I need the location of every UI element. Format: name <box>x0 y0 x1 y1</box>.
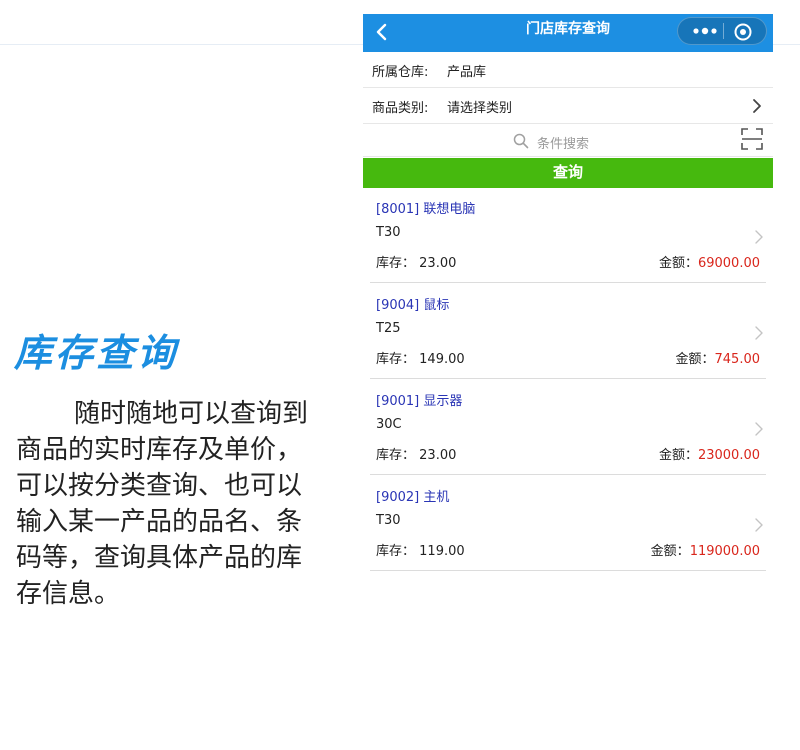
warehouse-value: 产品库 <box>447 65 487 80</box>
chevron-right-icon <box>755 230 763 244</box>
promo-title: 库存查询 <box>14 331 179 375</box>
product-amount: 金额：745.00 <box>675 348 760 367</box>
category-select-row[interactable]: 商品类别: 请选择类别 <box>363 88 773 124</box>
product-name: [8001] 联想电脑 <box>376 202 476 217</box>
product-amount: 金额：119000.00 <box>651 540 760 559</box>
product-stock: 库存： 149.00 <box>376 348 465 367</box>
product-name: [9004] 鼠标 <box>376 298 450 313</box>
stock-value: 119.00 <box>419 544 465 559</box>
amount-value: 119000.00 <box>689 544 760 559</box>
chevron-right-icon <box>755 518 763 532</box>
stock-label: 库存： <box>376 544 416 559</box>
stock-label: 库存： <box>376 448 416 463</box>
stock-value: 23.00 <box>419 448 457 463</box>
list-item[interactable]: [8001] 联想电脑 T30 库存： 23.00 金额：69000.00 <box>370 194 766 283</box>
list-item[interactable]: [9004] 鼠标 T25 库存： 149.00 金额：745.00 <box>370 290 766 379</box>
more-dots-icon[interactable] <box>690 22 720 40</box>
search-icon <box>513 133 529 149</box>
capsule-divider <box>723 23 724 39</box>
amount-value: 69000.00 <box>697 256 760 271</box>
stock-label: 库存： <box>376 352 416 367</box>
product-stock: 库存： 119.00 <box>376 540 465 559</box>
chevron-right-icon <box>755 422 763 436</box>
warehouse-label: 所属仓库: <box>372 65 429 80</box>
query-button[interactable]: 查询 <box>363 158 773 188</box>
product-list: [8001] 联想电脑 T30 库存： 23.00 金额：69000.00 [9004]… <box>363 194 773 571</box>
stock-value: 23.00 <box>419 256 457 271</box>
warehouse-row: 所属仓库: 产品库 <box>363 52 773 88</box>
amount-label: 金额： <box>675 352 715 367</box>
scan-icon[interactable] <box>741 128 763 150</box>
product-model: T30 <box>376 513 401 528</box>
amount-value: 745.00 <box>714 352 761 367</box>
stock-value: 149.00 <box>419 352 465 367</box>
chevron-right-icon <box>753 99 761 113</box>
category-value[interactable]: 请选择类别 <box>447 97 512 116</box>
category-label: 商品类别: <box>372 101 429 116</box>
product-model: 30C <box>376 417 402 432</box>
phone-screen: 门店库存查询 所属仓库: 产品库 商品类别: 请选择类别 条件搜索 查询 [80… <box>363 14 773 574</box>
nav-bar: 门店库存查询 <box>363 14 773 52</box>
promo-description: 随时随地可以查询到商品的实时库存及单价，可以按分类查询、也可以输入某一产品的品名… <box>16 399 309 609</box>
amount-label: 金额： <box>658 448 698 463</box>
list-item[interactable]: [9002] 主机 T30 库存： 119.00 金额：119000.00 <box>370 482 766 571</box>
amount-value: 23000.00 <box>697 448 760 463</box>
amount-label: 金额： <box>650 544 690 559</box>
product-stock: 库存： 23.00 <box>376 444 456 463</box>
search-row: 条件搜索 <box>363 124 773 157</box>
product-model: T30 <box>376 225 401 240</box>
product-model: T25 <box>376 321 401 336</box>
product-amount: 金额：69000.00 <box>659 252 760 271</box>
product-amount: 金额：23000.00 <box>659 444 760 463</box>
chevron-right-icon <box>755 326 763 340</box>
close-target-icon[interactable] <box>733 22 753 42</box>
product-name: [9002] 主机 <box>376 490 450 505</box>
product-stock: 库存： 23.00 <box>376 252 456 271</box>
list-item[interactable]: [9001] 显示器 30C 库存： 23.00 金额：23000.00 <box>370 386 766 475</box>
amount-label: 金额： <box>658 256 698 271</box>
stock-label: 库存： <box>376 256 416 271</box>
product-name: [9001] 显示器 <box>376 394 463 409</box>
search-placeholder: 条件搜索 <box>537 137 590 152</box>
mini-program-capsule <box>677 17 767 45</box>
